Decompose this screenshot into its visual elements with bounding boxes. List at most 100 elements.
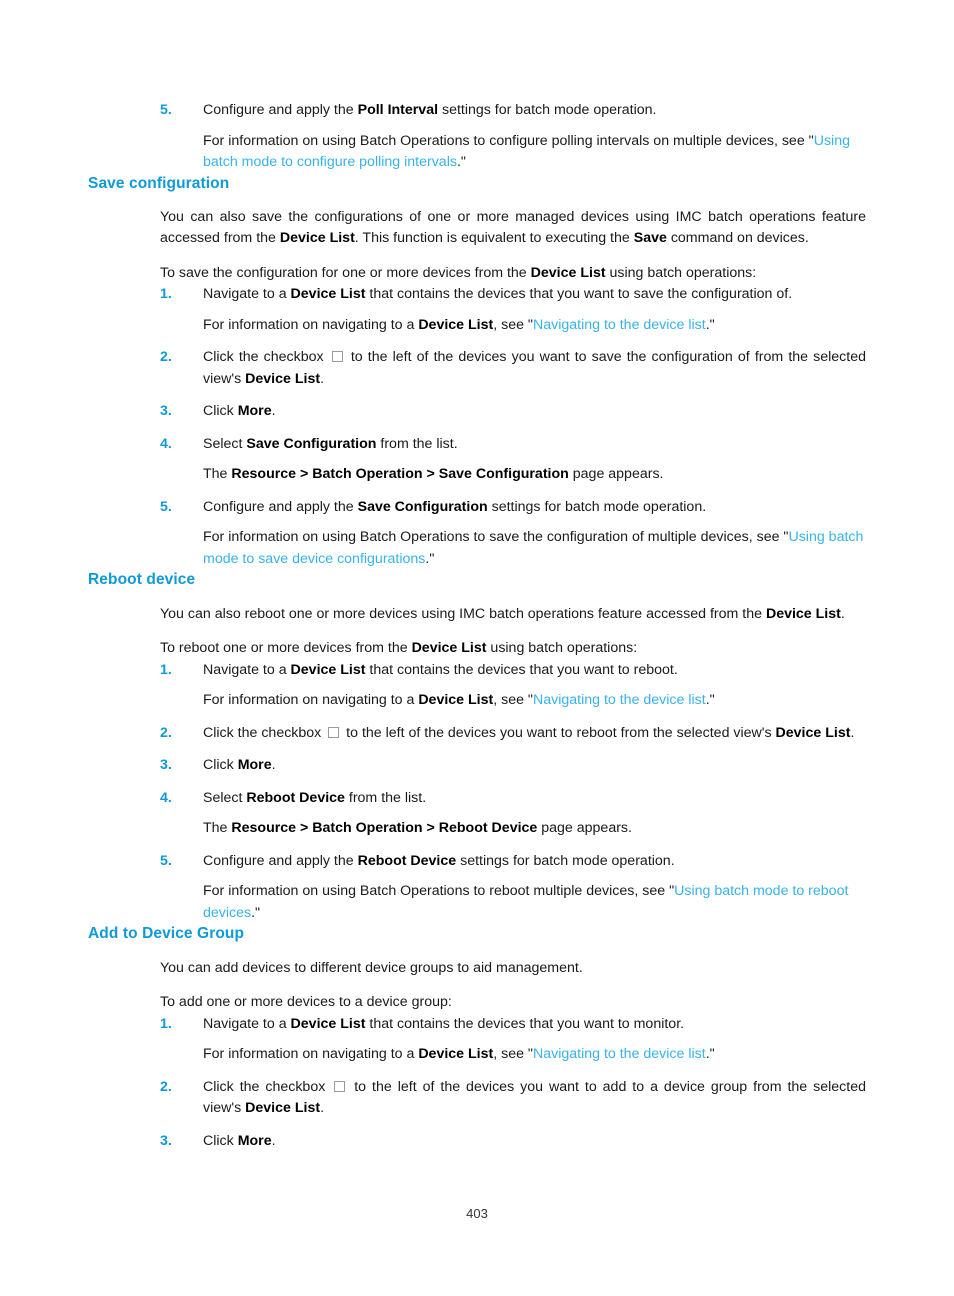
paragraph-text: You can add devices to different device …: [160, 959, 583, 976]
step-text-before: Configure and apply the: [203, 498, 358, 515]
list-item: 3. Click More.: [160, 401, 866, 423]
paragraph-bold: Device List: [279, 230, 355, 247]
step-subtext-after: .": [705, 1046, 715, 1063]
page-number: 403: [466, 1206, 488, 1221]
step-text-before: Navigate to a: [203, 286, 291, 303]
step-text: Click the checkbox to the left of the de…: [203, 1079, 866, 1117]
step-subtext-before: For information on navigating to a: [203, 1046, 419, 1063]
step-text: Navigate to a Device List that contains …: [203, 662, 678, 678]
paragraph-text: using batch operations:: [605, 264, 757, 281]
step-number: 1.: [160, 1015, 172, 1032]
step-subtext-after: page appears.: [568, 466, 664, 483]
step-subtext-before: For information on using Batch Operation…: [203, 529, 789, 546]
step-text-after: that contains the devices that you want …: [365, 1015, 685, 1032]
step-text-bold: Save Configuration: [246, 435, 377, 452]
section-heading-save-configuration: Save configuration: [88, 174, 230, 192]
step-text: Click the checkbox to the left of the de…: [203, 349, 866, 387]
step-text-bold: Reboot Device: [357, 852, 457, 869]
cross-reference-link[interactable]: Navigating to the device list: [533, 317, 706, 333]
step-number: 1.: [160, 661, 172, 678]
list-item: 5. Configure and apply the Poll Interval…: [160, 100, 866, 174]
step-number: 5.: [160, 102, 172, 118]
step-number: 5.: [160, 852, 172, 869]
paragraph-text: . This function is equivalent to executi…: [354, 230, 634, 247]
step-text-after: settings for batch mode operation.: [456, 852, 675, 869]
step-text-bold: More: [237, 403, 272, 420]
step-text: Click More.: [203, 403, 276, 419]
continuation-step-list: 5. Configure and apply the Poll Interval…: [160, 100, 866, 174]
step-subtext: For information on using Batch Operation…: [203, 527, 866, 570]
step-text-bold: Save Configuration: [357, 498, 488, 515]
step-number: 3.: [160, 757, 172, 774]
step-text-before: Navigate to a: [203, 661, 291, 678]
paragraph-text: To add one or more devices to a device g…: [160, 994, 452, 1011]
step-text-after: to the left of the devices you want to r…: [342, 724, 776, 741]
step-text-bold: Device List: [290, 286, 366, 303]
paragraph-text: To reboot one or more devices from the: [160, 640, 412, 657]
breadcrumb-path: Resource > Batch Operation > Save Config…: [231, 466, 569, 483]
step-text: Click More.: [203, 1133, 276, 1149]
step-text-before: Navigate to a: [203, 1015, 291, 1032]
list-item: 3. Click More.: [160, 755, 866, 777]
step-text-tail: .: [320, 370, 325, 387]
step-subtext-mid: , see ": [493, 692, 533, 709]
step-text-after: settings for batch mode operation.: [487, 498, 707, 515]
step-number: 2.: [160, 724, 172, 741]
document-page: 5. Configure and apply the Poll Interval…: [0, 0, 954, 1296]
paragraph: You can also save the configurations of …: [160, 207, 866, 250]
step-text: Click More.: [203, 757, 276, 773]
step-subtext-after: .": [705, 692, 715, 709]
cross-reference-link[interactable]: Navigating to the device list: [533, 692, 706, 708]
step-text: Select Reboot Device from the list.: [203, 790, 426, 806]
step-number: 4.: [160, 789, 172, 806]
step-text-bold: Device List: [245, 370, 321, 387]
step-subtext-mid: , see ": [493, 316, 533, 333]
step-subtext: For information on navigating to a Devic…: [203, 315, 866, 337]
cross-reference-link[interactable]: Navigating to the device list: [533, 1046, 706, 1062]
list-item: 1. Navigate to a Device List that contai…: [160, 1014, 866, 1066]
step-number: 2.: [160, 349, 172, 366]
step-text-before: Configure and apply the: [203, 852, 358, 869]
step-text: Select Save Configuration from the list.: [203, 436, 458, 452]
step-number: 1.: [160, 286, 172, 303]
step-subtext-bold: Device List: [418, 1046, 494, 1063]
step-subtext-before: For information on navigating to a: [203, 692, 419, 709]
step-text-after: .: [271, 1132, 276, 1149]
list-item: 5. Configure and apply the Reboot Device…: [160, 851, 866, 925]
step-text-bold: More: [237, 1132, 272, 1149]
paragraph-text: To save the configuration for one or mor…: [160, 264, 531, 281]
step-subtext: For information on navigating to a Devic…: [203, 1044, 866, 1066]
list-item: 2. Click the checkbox to the left of the…: [160, 347, 866, 390]
step-number: 3.: [160, 403, 172, 420]
checkbox-icon: [331, 351, 343, 363]
step-text-bold: Reboot Device: [246, 789, 345, 806]
step-list-add-to-device-group: 1. Navigate to a Device List that contai…: [160, 1014, 866, 1153]
paragraph-text: .: [840, 605, 845, 622]
step-subtext-mid: , see ": [493, 1046, 533, 1063]
paragraph-bold: Device List: [765, 605, 841, 622]
step-subtext: For information on using Batch Operation…: [203, 131, 866, 174]
step-subtext-bold: Device List: [418, 692, 494, 709]
checkbox-icon: [334, 1080, 346, 1092]
paragraph-text: using batch operations:: [486, 640, 638, 657]
paragraph: To save the configuration for one or mor…: [160, 263, 866, 285]
paragraph: To reboot one or more devices from the D…: [160, 638, 866, 660]
section-heading-add-to-device-group: Add to Device Group: [88, 925, 245, 943]
list-item: 1. Navigate to a Device List that contai…: [160, 660, 866, 712]
step-text-after: from the list.: [376, 435, 458, 452]
step-text-before: Select: [203, 789, 247, 806]
step-number: 3.: [160, 1132, 172, 1149]
list-item: 4. Select Save Configuration from the li…: [160, 434, 866, 486]
paragraph: You can add devices to different device …: [160, 958, 866, 980]
list-item: 1. Navigate to a Device List that contai…: [160, 284, 866, 336]
list-item: 2. Click the checkbox to the left of the…: [160, 723, 866, 745]
paragraph-text: You can also reboot one or more devices …: [160, 605, 766, 622]
step-subtext-before: The: [203, 820, 232, 837]
paragraph-text: command on devices.: [666, 230, 809, 247]
step-text-before: Click: [203, 403, 238, 420]
step-number: 2.: [160, 1078, 172, 1095]
paragraph: You can also reboot one or more devices …: [160, 604, 866, 626]
step-number: 5.: [160, 498, 172, 515]
step-text-bold: Device List: [290, 661, 366, 678]
step-list-reboot-device: 1. Navigate to a Device List that contai…: [160, 660, 866, 925]
